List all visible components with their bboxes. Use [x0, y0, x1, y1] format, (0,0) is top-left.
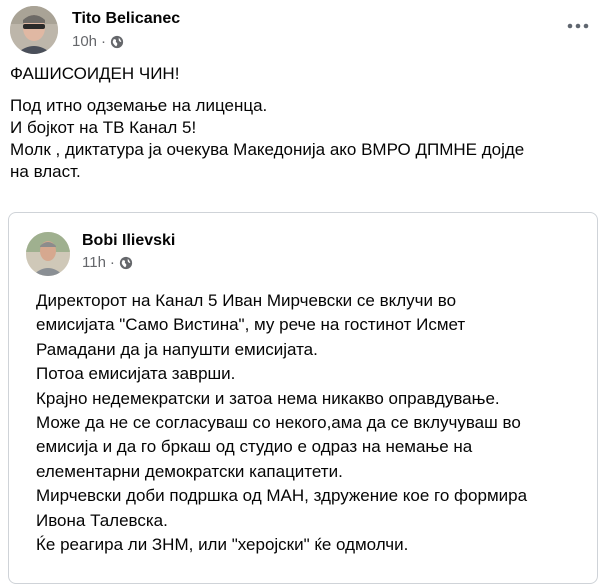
shared-avatar[interactable] [26, 232, 70, 276]
shared-post-meta: 11h · [82, 254, 133, 271]
shared-post-line: Директорот на Канал 5 Иван Мирчевски се … [36, 291, 457, 310]
meta-separator: · [109, 254, 115, 271]
shared-avatar-photo [26, 232, 70, 276]
author-name[interactable]: Tito Belicanec [72, 10, 180, 28]
post-line: Под итно одземање на лиценца. [10, 96, 268, 115]
post-line: Молк , диктатура ја очекува Македонија а… [10, 140, 525, 159]
shared-post-line: Ивона Талевска. [36, 510, 168, 530]
shared-post-line: Ќе реагира ли ЗНМ, или "херојски" ќе одм… [36, 535, 409, 555]
more-options-button[interactable] [560, 14, 596, 38]
post-line: ФАШИСОИДЕН ЧИН! [10, 64, 180, 83]
post-line: И бојкот на ТВ Канал 5! [10, 118, 197, 137]
facebook-post: Tito Belicanec 10h · ФАШИСОИДЕН ЧИН! Под… [0, 0, 606, 584]
post-meta: 10h · [72, 33, 124, 50]
avatar[interactable] [10, 6, 58, 54]
shared-post-line: Може да не се согласуваш со некого,ама д… [36, 413, 521, 433]
shared-post-body: Директорот на Канал 5 Иван Мирчевски се … [36, 289, 586, 557]
more-horizontal-icon [567, 23, 589, 29]
shared-post-line: емисија и да го бркаш од студио е одраз … [36, 437, 473, 457]
shared-post-line: емисијата "Само Вистина", му рече на гос… [36, 315, 466, 335]
shared-post-line: Потоа емисијата заврши. [36, 364, 236, 384]
shared-post-line: Рамадани да ја напушти емисијата. [36, 339, 318, 359]
shared-post-header: Bobi Ilievski 11h · [26, 228, 586, 278]
globe-icon[interactable] [119, 256, 133, 270]
post-line: на власт. [10, 162, 81, 181]
globe-icon[interactable] [110, 35, 124, 49]
shared-author-name[interactable]: Bobi Ilievski [82, 232, 175, 250]
post-body: ФАШИСОИДЕН ЧИН! Под итно одземање на лиц… [10, 63, 595, 183]
meta-separator: · [101, 33, 107, 50]
shared-post-time[interactable]: 11h [82, 254, 106, 271]
post-time[interactable]: 10h [72, 33, 97, 50]
shared-post-line: елементарни демократски капацитети. [36, 461, 343, 481]
shared-post-line: Мирчевски доби подршка од МАН, здружение… [36, 486, 528, 506]
post-header: Tito Belicanec 10h · [10, 6, 600, 56]
shared-post-card[interactable]: Bobi Ilievski 11h · Директорот на Канал … [8, 212, 598, 584]
shared-post-line: Крајно недемекратски и затоа нема никакв… [36, 388, 500, 408]
avatar-photo [10, 6, 58, 54]
